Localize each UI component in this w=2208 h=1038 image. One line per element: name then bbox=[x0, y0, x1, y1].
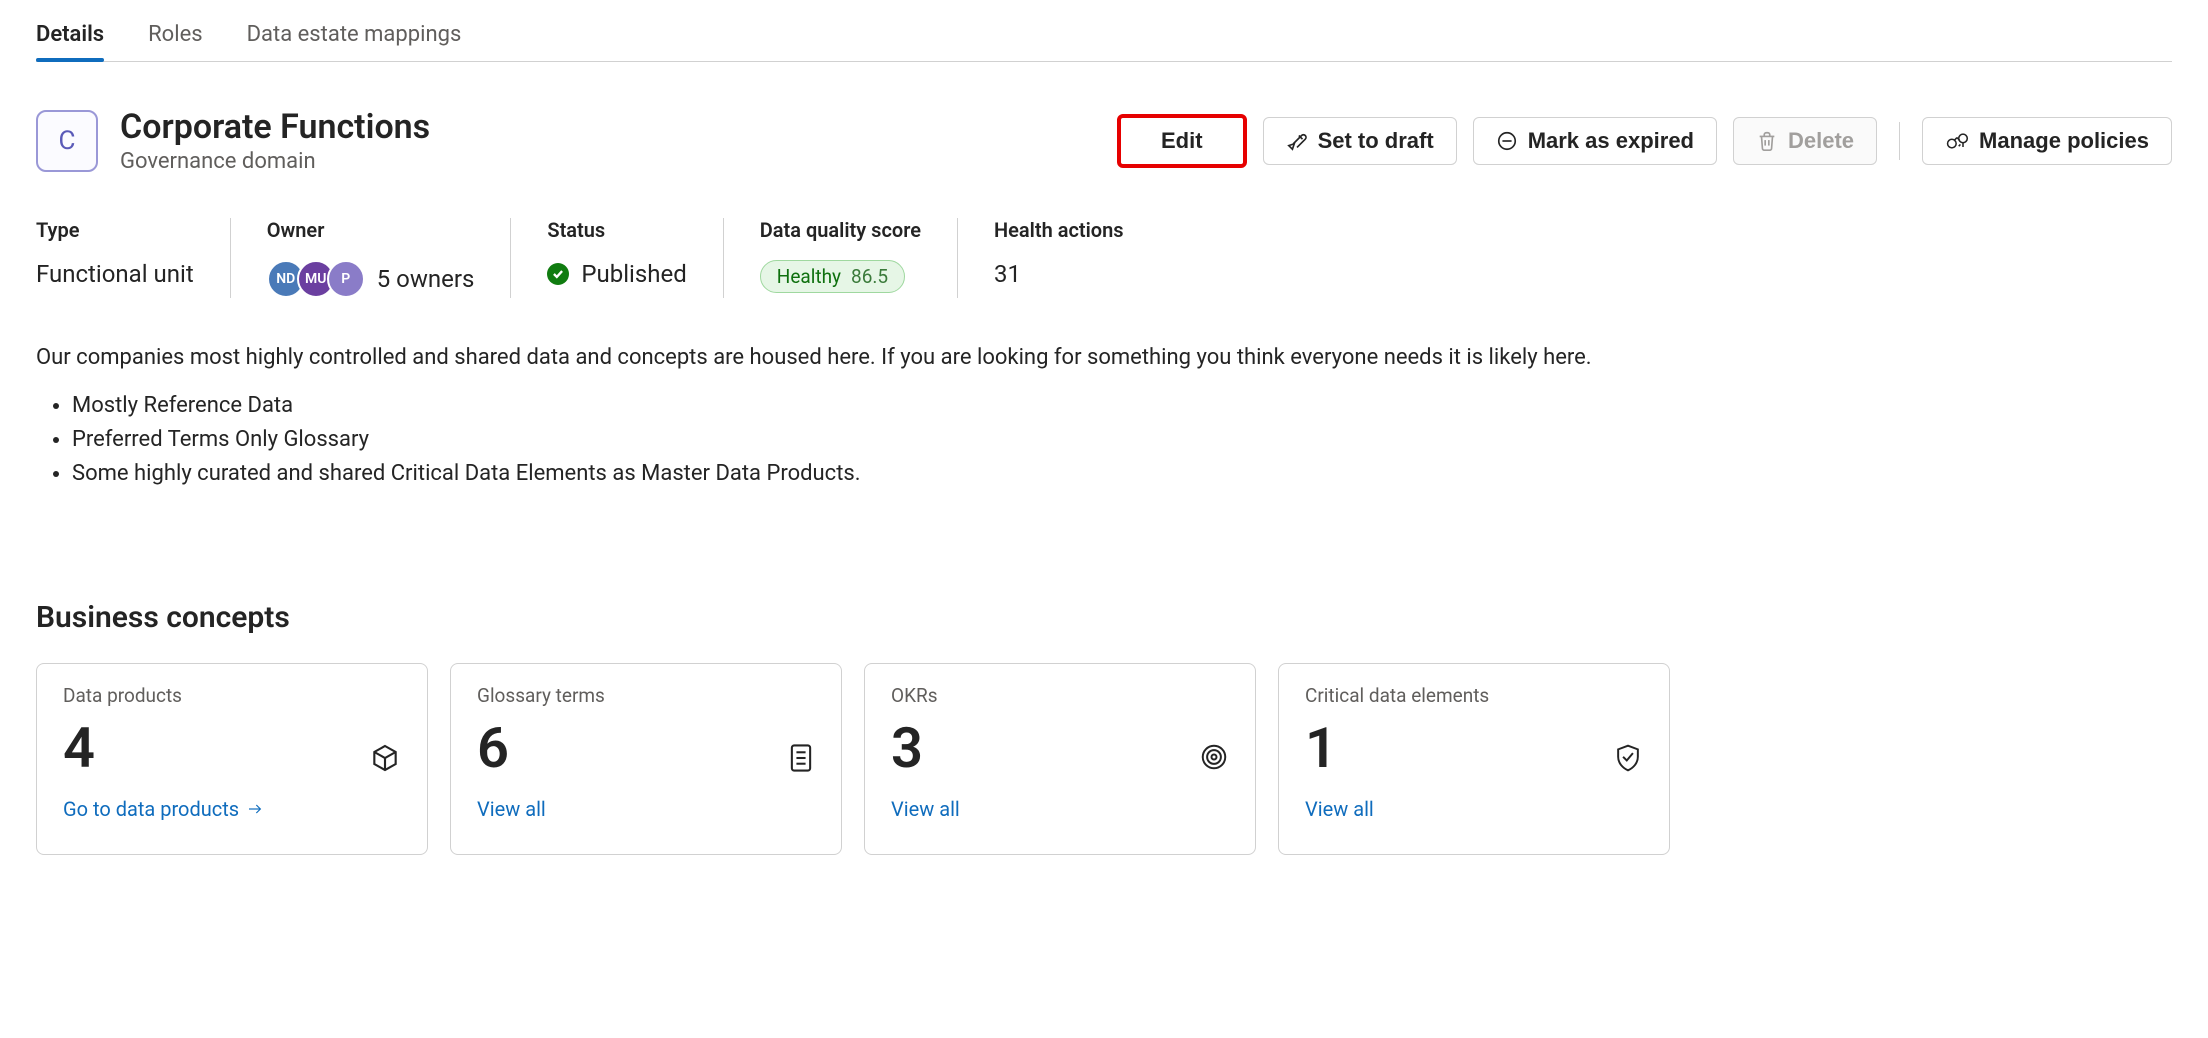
dq-status: Healthy bbox=[777, 265, 841, 288]
edit-button[interactable]: Edit bbox=[1117, 114, 1247, 168]
meta-status: Status Published bbox=[547, 218, 723, 298]
policies-icon bbox=[1945, 130, 1969, 152]
domain-description: Our companies most highly controlled and… bbox=[36, 342, 1636, 490]
meta-health-value: 31 bbox=[994, 260, 1124, 288]
expired-icon bbox=[1496, 130, 1518, 152]
card-link[interactable]: View all bbox=[1305, 797, 1374, 821]
description-bullets: Mostly Reference Data Preferred Terms On… bbox=[72, 390, 1636, 490]
dq-score: 86.5 bbox=[851, 265, 888, 288]
manage-policies-label: Manage policies bbox=[1979, 128, 2149, 154]
card-label: OKRs bbox=[891, 684, 1229, 707]
card-link[interactable]: Go to data products bbox=[63, 797, 265, 821]
meta-status-value: Published bbox=[547, 260, 686, 288]
card-count: 1 bbox=[1305, 715, 1643, 781]
meta-type-value: Functional unit bbox=[36, 260, 194, 288]
concept-cards: Data products 4 Go to data products Glos… bbox=[36, 663, 2172, 855]
avatar: P bbox=[327, 260, 365, 298]
document-icon bbox=[787, 742, 815, 779]
meta-dq: Data quality score Healthy 86.5 bbox=[760, 218, 958, 298]
meta-type-label: Type bbox=[36, 218, 194, 242]
card-label: Critical data elements bbox=[1305, 684, 1643, 707]
card-label: Data products bbox=[63, 684, 401, 707]
domain-subtitle: Governance domain bbox=[120, 149, 430, 174]
status-text: Published bbox=[581, 260, 686, 288]
meta-owner: Owner ND MU P 5 owners bbox=[267, 218, 512, 298]
bullet: Some highly curated and shared Critical … bbox=[72, 458, 1636, 490]
domain-title: Corporate Functions bbox=[120, 108, 430, 147]
card-label: Glossary terms bbox=[477, 684, 815, 707]
meta-dq-label: Data quality score bbox=[760, 218, 921, 242]
card-link[interactable]: View all bbox=[477, 797, 546, 821]
domain-header: C Corporate Functions Governance domain … bbox=[36, 108, 2172, 174]
meta-owner-value: ND MU P 5 owners bbox=[267, 260, 475, 298]
card-count: 3 bbox=[891, 715, 1229, 781]
card-link-text: Go to data products bbox=[63, 797, 239, 821]
card-data-products[interactable]: Data products 4 Go to data products bbox=[36, 663, 428, 855]
card-okrs[interactable]: OKRs 3 View all bbox=[864, 663, 1256, 855]
card-link-text: View all bbox=[1305, 797, 1374, 821]
manage-policies-button[interactable]: Manage policies bbox=[1922, 117, 2172, 165]
meta-status-label: Status bbox=[547, 218, 686, 242]
bullet: Mostly Reference Data bbox=[72, 390, 1636, 422]
mark-expired-label: Mark as expired bbox=[1528, 128, 1694, 154]
card-critical-data-elements[interactable]: Critical data elements 1 View all bbox=[1278, 663, 1670, 855]
dq-badge[interactable]: Healthy 86.5 bbox=[760, 260, 905, 293]
card-link-text: View all bbox=[891, 797, 960, 821]
domain-avatar: C bbox=[36, 110, 98, 172]
description-text: Our companies most highly controlled and… bbox=[36, 342, 1636, 374]
card-count: 4 bbox=[63, 715, 401, 781]
meta-row: Type Functional unit Owner ND MU P 5 own… bbox=[36, 218, 2172, 298]
card-glossary-terms[interactable]: Glossary terms 6 View all bbox=[450, 663, 842, 855]
tab-details[interactable]: Details bbox=[36, 14, 104, 61]
target-icon bbox=[1199, 742, 1229, 777]
card-count: 6 bbox=[477, 715, 815, 781]
owner-count: 5 owners bbox=[377, 265, 475, 293]
arrow-right-icon bbox=[245, 801, 265, 817]
card-link-text: View all bbox=[477, 797, 546, 821]
owner-avatars[interactable]: ND MU P bbox=[267, 260, 365, 298]
delete-button: Delete bbox=[1733, 117, 1877, 165]
trash-icon bbox=[1756, 130, 1778, 152]
package-icon bbox=[369, 742, 401, 779]
check-icon bbox=[547, 263, 569, 285]
meta-type: Type Functional unit bbox=[36, 218, 231, 298]
meta-health-label: Health actions bbox=[994, 218, 1124, 242]
bullet: Preferred Terms Only Glossary bbox=[72, 424, 1636, 456]
shield-icon bbox=[1613, 742, 1643, 779]
set-to-draft-button[interactable]: Set to draft bbox=[1263, 117, 1457, 165]
delete-label: Delete bbox=[1788, 128, 1854, 154]
tab-data-estate-mappings[interactable]: Data estate mappings bbox=[247, 14, 462, 61]
header-actions: Edit Set to draft Mark as expired Delete bbox=[1117, 114, 2172, 168]
meta-owner-label: Owner bbox=[267, 218, 475, 242]
mark-expired-button[interactable]: Mark as expired bbox=[1473, 117, 1717, 165]
card-link[interactable]: View all bbox=[891, 797, 960, 821]
tabs: Details Roles Data estate mappings bbox=[36, 0, 2172, 62]
meta-health: Health actions 31 bbox=[994, 218, 1124, 298]
edit-status-icon bbox=[1286, 130, 1308, 152]
tab-roles[interactable]: Roles bbox=[148, 14, 202, 61]
action-divider bbox=[1899, 122, 1900, 160]
set-to-draft-label: Set to draft bbox=[1318, 128, 1434, 154]
business-concepts-title: Business concepts bbox=[36, 600, 2172, 635]
